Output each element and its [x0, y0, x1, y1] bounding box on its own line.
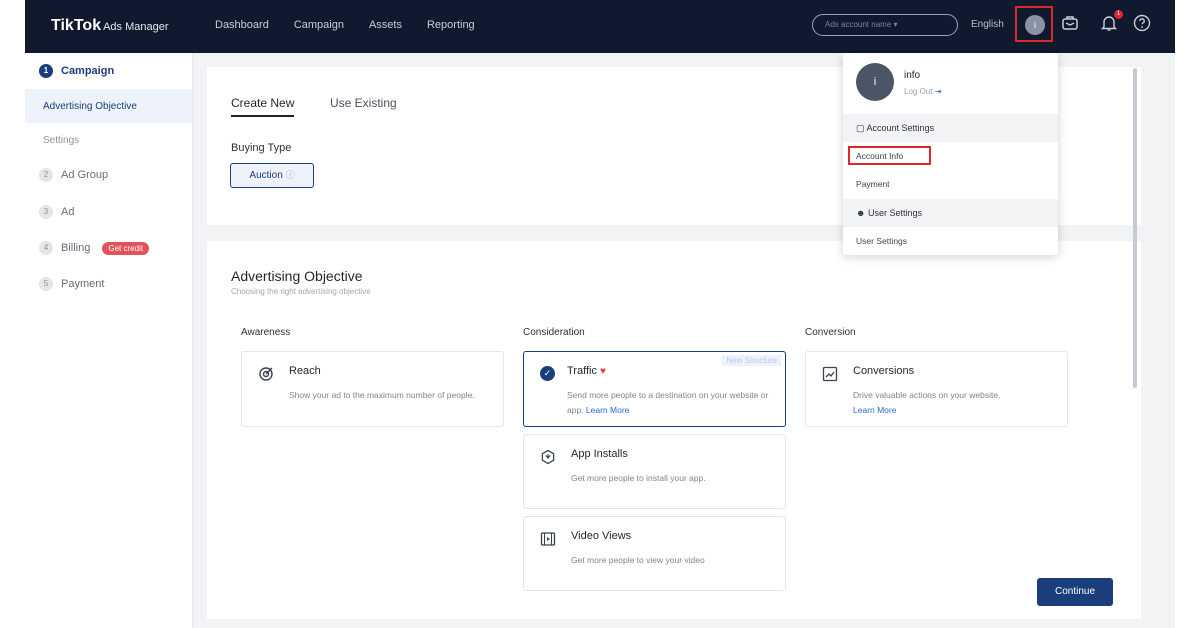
- notification-badge: 1: [1114, 10, 1123, 19]
- advertising-objective-card: Advertising Objective Choosing the right…: [207, 241, 1141, 619]
- sidebar-item-settings[interactable]: Settings: [25, 123, 192, 157]
- top-bar: TikTok Ads Manager Dashboard Campaign Ass…: [25, 0, 1175, 53]
- tiktok-logo[interactable]: TikTok Ads Manager: [51, 17, 169, 35]
- logout-label: Log Out: [904, 87, 933, 96]
- section-title: Advertising Objective: [231, 268, 363, 284]
- app-install-icon: [540, 449, 556, 465]
- logout-icon: ⇥: [934, 87, 942, 96]
- option-description-text: Drive valuable actions on your website.: [853, 390, 1001, 400]
- sidebar: 1 Campaign Advertising Objective Setting…: [25, 53, 193, 628]
- objective-conversions[interactable]: Conversions Drive valuable actions on yo…: [805, 351, 1068, 427]
- avatar[interactable]: i: [1025, 15, 1045, 35]
- option-description: Drive valuable actions on your website. …: [853, 388, 1053, 418]
- user-settings-header-label: User Settings: [868, 208, 923, 218]
- user-settings-header: ☻ User Settings: [843, 199, 1058, 227]
- step-number: 3: [39, 205, 53, 219]
- option-description: Get more people to install your app.: [571, 473, 706, 483]
- menu-item-account-info[interactable]: Account Info: [856, 151, 903, 161]
- dropdown-avatar: i: [856, 63, 894, 101]
- buying-type-label: Buying Type: [231, 142, 292, 154]
- objective-app-installs[interactable]: App Installs Get more people to install …: [523, 434, 786, 509]
- step-label: Campaign: [61, 65, 115, 77]
- avatar-highlight-box: i: [1015, 6, 1053, 42]
- sub-item-label: Advertising Objective: [43, 101, 137, 112]
- objective-video-views[interactable]: Video Views Get more people to view your…: [523, 516, 786, 591]
- account-settings-label: Account Settings: [866, 123, 935, 133]
- app-frame: TikTok Ads Manager Dashboard Campaign Ass…: [25, 0, 1175, 628]
- nav-campaign[interactable]: Campaign: [294, 19, 344, 31]
- sub-item-label: Settings: [43, 135, 80, 146]
- auction-button[interactable]: Auction ⓘ: [230, 163, 314, 188]
- user-icon: ☻: [856, 208, 866, 218]
- scrollbar[interactable]: [1133, 68, 1137, 388]
- nav-dashboard[interactable]: Dashboard: [215, 19, 269, 31]
- step-label: Ad Group: [61, 169, 109, 181]
- new-structure-tag: New Structure: [722, 355, 781, 366]
- language-selector[interactable]: English: [971, 19, 1004, 30]
- step-number: 4: [39, 241, 53, 255]
- nav-assets[interactable]: Assets: [369, 19, 402, 31]
- column-awareness: Awareness: [241, 327, 291, 338]
- sidebar-step-billing[interactable]: 4 Billing Get credit: [39, 241, 150, 255]
- option-title: Reach: [289, 365, 321, 377]
- step-number: 5: [39, 277, 53, 291]
- learn-more-link[interactable]: Learn More: [853, 405, 896, 415]
- menu-item-user-settings[interactable]: User Settings: [856, 236, 907, 246]
- tab-use-existing[interactable]: Use Existing: [330, 96, 397, 110]
- objective-traffic[interactable]: New Structure ✓ Traffic ♥ Send more peop…: [523, 351, 786, 427]
- sidebar-step-ad-group[interactable]: 2 Ad Group: [39, 168, 108, 182]
- option-title: Video Views: [571, 530, 632, 542]
- main-nav: Dashboard Campaign Assets Reporting: [215, 19, 475, 31]
- briefcase-icon[interactable]: [1060, 14, 1080, 34]
- option-title-text: Traffic: [567, 365, 597, 377]
- option-title: Conversions: [853, 365, 915, 377]
- video-icon: [540, 531, 556, 547]
- sidebar-item-advertising-objective[interactable]: Advertising Objective: [25, 89, 192, 123]
- account-dropdown: i info Log Out ⇥ ▢ Account Settings Acco…: [843, 53, 1058, 255]
- step-label: Billing: [61, 242, 91, 254]
- column-consideration: Consideration: [523, 327, 585, 338]
- account-settings-header: ▢ Account Settings: [843, 114, 1058, 142]
- option-description: Get more people to view your video: [571, 555, 705, 565]
- account-selector[interactable]: Ads account name ▾: [812, 14, 958, 36]
- learn-more-link[interactable]: Learn More: [586, 405, 629, 415]
- sidebar-step-campaign[interactable]: 1 Campaign: [39, 64, 114, 78]
- auction-label: Auction: [249, 170, 283, 181]
- step-label: Payment: [61, 278, 105, 290]
- get-credit-badge[interactable]: Get credit: [102, 241, 150, 255]
- sidebar-step-payment[interactable]: 5 Payment: [39, 277, 104, 291]
- fire-icon: ♥: [600, 366, 606, 377]
- step-number: 1: [39, 64, 53, 78]
- info-icon: ⓘ: [285, 170, 295, 180]
- tab-create-new[interactable]: Create New: [231, 96, 295, 117]
- column-conversion: Conversion: [805, 327, 856, 338]
- check-icon: ✓: [540, 366, 555, 381]
- conversion-chart-icon: [822, 366, 838, 382]
- option-description: Show your ad to the maximum number of pe…: [289, 390, 475, 400]
- option-title: Traffic ♥: [567, 365, 606, 377]
- dropdown-username: info: [904, 70, 921, 81]
- logo-subtitle: Ads Manager: [103, 21, 169, 33]
- logo-text: TikTok: [51, 17, 102, 34]
- step-label: Ad: [61, 206, 75, 218]
- nav-reporting[interactable]: Reporting: [427, 19, 475, 31]
- settings-icon: ▢: [856, 123, 865, 133]
- help-icon[interactable]: [1132, 14, 1152, 34]
- continue-button[interactable]: Continue: [1037, 578, 1113, 606]
- logout-link[interactable]: Log Out ⇥: [904, 87, 941, 96]
- section-subtitle: Choosing the right advertising objective: [231, 287, 371, 296]
- option-description: Send more people to a destination on you…: [567, 388, 777, 418]
- reach-icon: [258, 366, 274, 382]
- menu-item-payment[interactable]: Payment: [856, 179, 890, 189]
- step-number: 2: [39, 168, 53, 182]
- sidebar-step-ad[interactable]: 3 Ad: [39, 205, 74, 219]
- objective-reach[interactable]: Reach Show your ad to the maximum number…: [241, 351, 504, 427]
- option-title: App Installs: [571, 448, 628, 460]
